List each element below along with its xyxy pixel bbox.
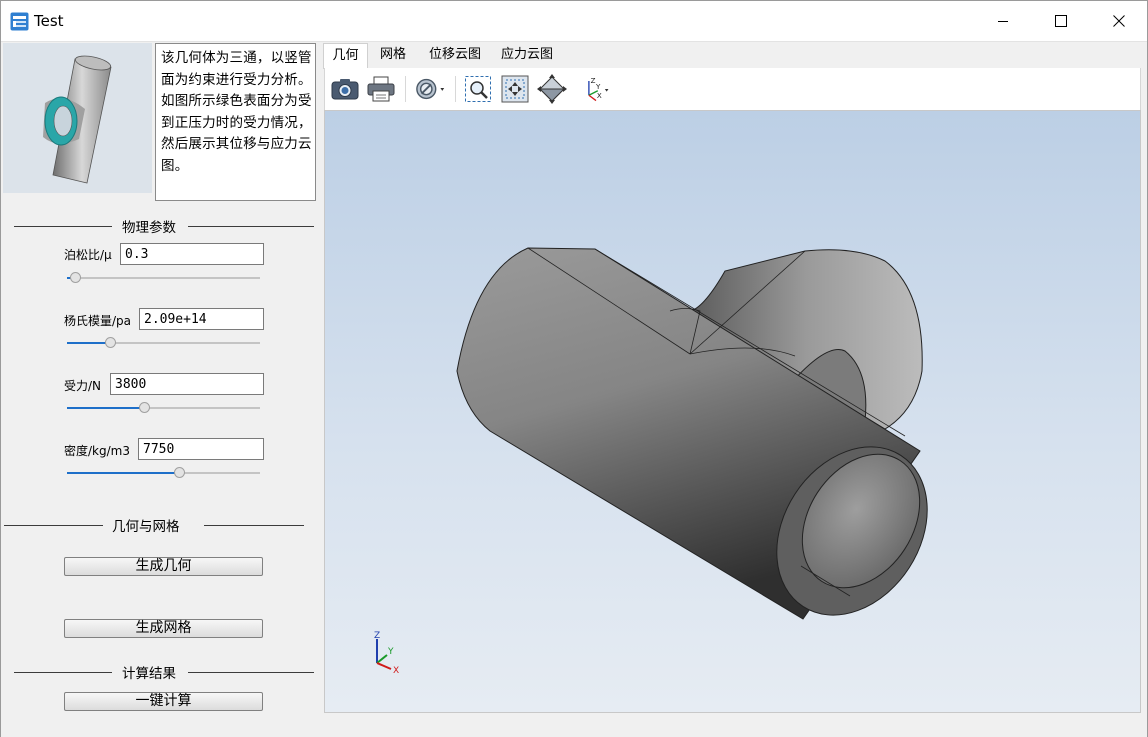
- force-slider[interactable]: [67, 402, 260, 414]
- svg-text:Z: Z: [591, 76, 596, 85]
- description-text: 该几何体为三通，以竖管面为约束进行受力分析。如图所示绿色表面分为受到正压力时的受…: [155, 43, 316, 201]
- compute-button[interactable]: 一键计算: [64, 692, 263, 711]
- youngs-modulus-label: 杨氏模量/pa: [64, 314, 132, 328]
- axis-z-label: Z: [374, 631, 380, 641]
- density-input[interactable]: [138, 438, 264, 460]
- minimize-icon: [998, 21, 1008, 22]
- zoom-window-icon: [465, 76, 491, 102]
- physics-params-title: 物理参数: [122, 220, 176, 236]
- svg-text:Y: Y: [595, 82, 601, 91]
- slider-fill: [67, 472, 176, 474]
- tee-pipe-model: [456, 247, 928, 620]
- status-bar: [1, 714, 1147, 737]
- minimize-button[interactable]: [974, 1, 1032, 41]
- axis-x-label: X: [393, 666, 399, 675]
- force-input[interactable]: [110, 373, 264, 395]
- divider: [188, 672, 314, 673]
- fit-all-button[interactable]: [499, 74, 531, 104]
- 3d-viewport[interactable]: Z Y X: [324, 110, 1141, 713]
- maximize-icon: [1055, 15, 1067, 27]
- divider: [14, 226, 112, 227]
- app-window: Test 该几何体为三通，以竖管面为约束进行受力分析。如图所示绿色表面分为受到正…: [0, 0, 1148, 737]
- generate-mesh-button[interactable]: 生成网格: [64, 619, 263, 638]
- window-title: Test: [34, 12, 64, 30]
- toolbar-separator: [455, 76, 456, 102]
- divider: [188, 226, 314, 227]
- print-button[interactable]: [365, 74, 397, 104]
- axis-orientation-icon: Z Y X: [588, 76, 609, 102]
- geometry-mesh-title: 几何与网格: [112, 519, 180, 535]
- physics-params-header: 物理参数: [14, 216, 314, 236]
- tab-stress[interactable]: 应力云图: [497, 43, 557, 69]
- print-icon: [367, 76, 395, 102]
- title-bar: Test: [1, 1, 1147, 42]
- display-mode-button[interactable]: [415, 74, 447, 104]
- axis-y-label: Y: [387, 647, 394, 657]
- slider-handle[interactable]: [104, 337, 116, 348]
- toolbar-separator: [405, 76, 406, 102]
- youngs-modulus-input[interactable]: [139, 308, 264, 330]
- divider: [14, 672, 112, 673]
- svg-text:X: X: [597, 91, 602, 100]
- tab-mesh[interactable]: 网格: [373, 43, 413, 69]
- results-header: 计算结果: [14, 662, 314, 682]
- slider-handle[interactable]: [139, 402, 151, 413]
- slider-handle[interactable]: [174, 467, 186, 478]
- divider: [204, 525, 304, 526]
- app-icon: [10, 12, 29, 31]
- viewer-toolbar: Z Y X: [324, 68, 1141, 110]
- slider-fill: [67, 407, 141, 409]
- axis-triad-icon: Z Y X: [374, 631, 399, 675]
- tee-pipe-thumbnail: [43, 55, 112, 184]
- maximize-button[interactable]: [1032, 1, 1090, 41]
- force-label: 受力/N: [64, 379, 102, 393]
- divider: [4, 525, 103, 526]
- model-preview: [3, 43, 152, 193]
- tab-displacement[interactable]: 位移云图: [425, 43, 485, 69]
- density-label: 密度/kg/m3: [64, 444, 130, 458]
- tab-geometry[interactable]: 几何: [323, 43, 368, 69]
- slider-handle[interactable]: [69, 272, 81, 283]
- zoom-window-button[interactable]: [462, 74, 494, 104]
- slider-track: [67, 277, 260, 279]
- poisson-label: 泊松比/μ: [64, 248, 112, 262]
- slider-fill: [67, 342, 106, 344]
- poisson-slider[interactable]: [67, 272, 260, 284]
- youngs-modulus-slider[interactable]: [67, 337, 260, 349]
- geometry-mesh-header: 几何与网格: [4, 515, 304, 535]
- camera-icon: [331, 79, 359, 100]
- close-button[interactable]: [1090, 1, 1148, 41]
- screenshot-button[interactable]: [329, 74, 361, 104]
- results-title: 计算结果: [122, 666, 176, 682]
- view-cube-button[interactable]: [536, 74, 568, 104]
- close-icon: [1113, 15, 1125, 27]
- generate-geometry-button[interactable]: 生成几何: [64, 557, 263, 576]
- view-cube-icon: [537, 74, 567, 104]
- display-mode-icon: [416, 78, 445, 100]
- axis-orientation-button[interactable]: Z Y X: [580, 74, 612, 104]
- poisson-input[interactable]: [120, 243, 264, 265]
- fit-all-icon: [501, 75, 529, 103]
- density-slider[interactable]: [67, 467, 260, 479]
